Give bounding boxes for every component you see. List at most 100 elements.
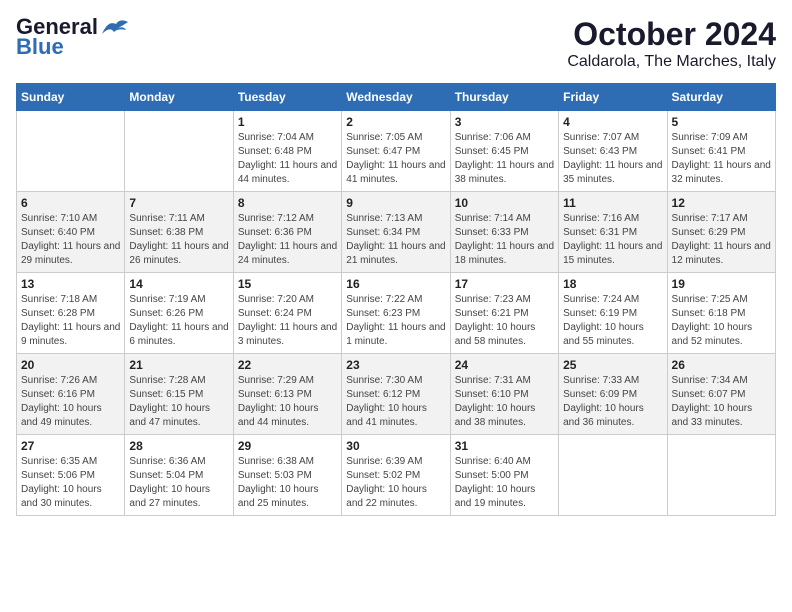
day-info: Sunrise: 7:33 AM Sunset: 6:09 PM Dayligh… [563, 374, 662, 430]
day-number: 7 [129, 196, 228, 210]
day-number: 3 [455, 115, 554, 129]
day-info: Sunrise: 7:16 AM Sunset: 6:31 PM Dayligh… [563, 212, 662, 268]
day-number: 28 [129, 439, 228, 453]
day-number: 5 [672, 115, 771, 129]
day-info: Sunrise: 7:18 AM Sunset: 6:28 PM Dayligh… [21, 293, 120, 349]
day-info: Sunrise: 6:36 AM Sunset: 5:04 PM Dayligh… [129, 455, 228, 511]
day-number: 13 [21, 277, 120, 291]
table-row: 6 Sunrise: 7:10 AM Sunset: 6:40 PM Daylig… [17, 192, 125, 273]
header-wednesday: Wednesday [342, 84, 450, 111]
day-number: 4 [563, 115, 662, 129]
day-info: Sunrise: 7:06 AM Sunset: 6:45 PM Dayligh… [455, 131, 554, 187]
calendar-table: Sunday Monday Tuesday Wednesday Thursday… [16, 83, 776, 516]
day-info: Sunrise: 7:28 AM Sunset: 6:15 PM Dayligh… [129, 374, 228, 430]
day-info: Sunrise: 7:20 AM Sunset: 6:24 PM Dayligh… [238, 293, 337, 349]
header-saturday: Saturday [667, 84, 775, 111]
table-row: 1 Sunrise: 7:04 AM Sunset: 6:48 PM Daylig… [233, 111, 341, 192]
table-row: 27 Sunrise: 6:35 AM Sunset: 5:06 PM Dayli… [17, 435, 125, 516]
logo: General Blue [16, 16, 130, 60]
day-info: Sunrise: 6:39 AM Sunset: 5:02 PM Dayligh… [346, 455, 445, 511]
title-block: October 2024 Caldarola, The Marches, Ita… [567, 16, 776, 71]
day-info: Sunrise: 7:26 AM Sunset: 6:16 PM Dayligh… [21, 374, 120, 430]
table-row: 10 Sunrise: 7:14 AM Sunset: 6:33 PM Dayli… [450, 192, 558, 273]
table-row: 8 Sunrise: 7:12 AM Sunset: 6:36 PM Daylig… [233, 192, 341, 273]
day-number: 31 [455, 439, 554, 453]
day-number: 10 [455, 196, 554, 210]
day-number: 9 [346, 196, 445, 210]
table-row: 20 Sunrise: 7:26 AM Sunset: 6:16 PM Dayli… [17, 354, 125, 435]
table-row [559, 435, 667, 516]
table-row: 23Sunrise: 7:30 AM Sunset: 6:12 PM Dayli… [342, 354, 450, 435]
day-number: 22 [238, 358, 337, 372]
calendar-subtitle: Caldarola, The Marches, Italy [567, 53, 776, 71]
table-row: 18 Sunrise: 7:24 AM Sunset: 6:19 PM Dayli… [559, 273, 667, 354]
table-row [667, 435, 775, 516]
day-info: Sunrise: 7:05 AM Sunset: 6:47 PM Dayligh… [346, 131, 445, 187]
day-number: 25 [563, 358, 662, 372]
table-row: 19 Sunrise: 7:25 AM Sunset: 6:18 PM Dayli… [667, 273, 775, 354]
header-tuesday: Tuesday [233, 84, 341, 111]
table-row: 16 Sunrise: 7:22 AM Sunset: 6:23 PM Dayli… [342, 273, 450, 354]
page-header: General Blue October 2024 Caldarola, The… [16, 16, 776, 71]
day-info: Sunrise: 6:38 AM Sunset: 5:03 PM Dayligh… [238, 455, 337, 511]
day-number: 1 [238, 115, 337, 129]
day-number: 24 [455, 358, 554, 372]
calendar-title: October 2024 [567, 16, 776, 53]
table-row: 9 Sunrise: 7:13 AM Sunset: 6:34 PM Daylig… [342, 192, 450, 273]
day-number: 16 [346, 277, 445, 291]
day-number: 2 [346, 115, 445, 129]
logo-bird-icon [100, 16, 130, 38]
table-row: 30 Sunrise: 6:39 AM Sunset: 5:02 PM Dayli… [342, 435, 450, 516]
day-info: Sunrise: 7:09 AM Sunset: 6:41 PM Dayligh… [672, 131, 771, 187]
table-row: 17 Sunrise: 7:23 AM Sunset: 6:21 PM Dayli… [450, 273, 558, 354]
day-info: Sunrise: 7:17 AM Sunset: 6:29 PM Dayligh… [672, 212, 771, 268]
header-thursday: Thursday [450, 84, 558, 111]
day-number: 6 [21, 196, 120, 210]
table-row: 4Sunrise: 7:07 AM Sunset: 6:43 PM Daylig… [559, 111, 667, 192]
day-number: 18 [563, 277, 662, 291]
table-row: 3 Sunrise: 7:06 AM Sunset: 6:45 PM Daylig… [450, 111, 558, 192]
day-info: Sunrise: 7:10 AM Sunset: 6:40 PM Dayligh… [21, 212, 120, 268]
table-row: 24Sunrise: 7:31 AM Sunset: 6:10 PM Dayli… [450, 354, 558, 435]
day-info: Sunrise: 7:13 AM Sunset: 6:34 PM Dayligh… [346, 212, 445, 268]
header-monday: Monday [125, 84, 233, 111]
day-number: 14 [129, 277, 228, 291]
table-row: 29 Sunrise: 6:38 AM Sunset: 5:03 PM Dayli… [233, 435, 341, 516]
day-info: Sunrise: 7:11 AM Sunset: 6:38 PM Dayligh… [129, 212, 228, 268]
day-info: Sunrise: 7:24 AM Sunset: 6:19 PM Dayligh… [563, 293, 662, 349]
day-number: 8 [238, 196, 337, 210]
table-row: 11 Sunrise: 7:16 AM Sunset: 6:31 PM Dayli… [559, 192, 667, 273]
day-info: Sunrise: 7:29 AM Sunset: 6:13 PM Dayligh… [238, 374, 337, 430]
table-row: 7 Sunrise: 7:11 AM Sunset: 6:38 PM Daylig… [125, 192, 233, 273]
day-number: 21 [129, 358, 228, 372]
table-row: 21 Sunrise: 7:28 AM Sunset: 6:15 PM Dayli… [125, 354, 233, 435]
day-number: 20 [21, 358, 120, 372]
day-info: Sunrise: 7:14 AM Sunset: 6:33 PM Dayligh… [455, 212, 554, 268]
table-row [125, 111, 233, 192]
day-number: 27 [21, 439, 120, 453]
day-info: Sunrise: 7:12 AM Sunset: 6:36 PM Dayligh… [238, 212, 337, 268]
day-info: Sunrise: 6:35 AM Sunset: 5:06 PM Dayligh… [21, 455, 120, 511]
day-number: 17 [455, 277, 554, 291]
table-row: 2 Sunrise: 7:05 AM Sunset: 6:47 PM Daylig… [342, 111, 450, 192]
day-info: Sunrise: 7:25 AM Sunset: 6:18 PM Dayligh… [672, 293, 771, 349]
day-info: Sunrise: 7:04 AM Sunset: 6:48 PM Dayligh… [238, 131, 337, 187]
day-info: Sunrise: 7:23 AM Sunset: 6:21 PM Dayligh… [455, 293, 554, 349]
day-info: Sunrise: 6:40 AM Sunset: 5:00 PM Dayligh… [455, 455, 554, 511]
day-number: 19 [672, 277, 771, 291]
day-number: 29 [238, 439, 337, 453]
table-row: 22 Sunrise: 7:29 AM Sunset: 6:13 PM Dayli… [233, 354, 341, 435]
day-number: 30 [346, 439, 445, 453]
day-info: Sunrise: 7:30 AM Sunset: 6:12 PM Dayligh… [346, 374, 445, 430]
calendar-header: Sunday Monday Tuesday Wednesday Thursday… [17, 84, 776, 111]
table-row [17, 111, 125, 192]
day-number: 26 [672, 358, 771, 372]
day-info: Sunrise: 7:34 AM Sunset: 6:07 PM Dayligh… [672, 374, 771, 430]
day-info: Sunrise: 7:22 AM Sunset: 6:23 PM Dayligh… [346, 293, 445, 349]
table-row: 5 Sunrise: 7:09 AM Sunset: 6:41 PM Daylig… [667, 111, 775, 192]
calendar-body: 1 Sunrise: 7:04 AM Sunset: 6:48 PM Daylig… [17, 111, 776, 516]
table-row: 15Sunrise: 7:20 AM Sunset: 6:24 PM Dayli… [233, 273, 341, 354]
header-sunday: Sunday [17, 84, 125, 111]
table-row: 12Sunrise: 7:17 AM Sunset: 6:29 PM Dayli… [667, 192, 775, 273]
day-number: 11 [563, 196, 662, 210]
